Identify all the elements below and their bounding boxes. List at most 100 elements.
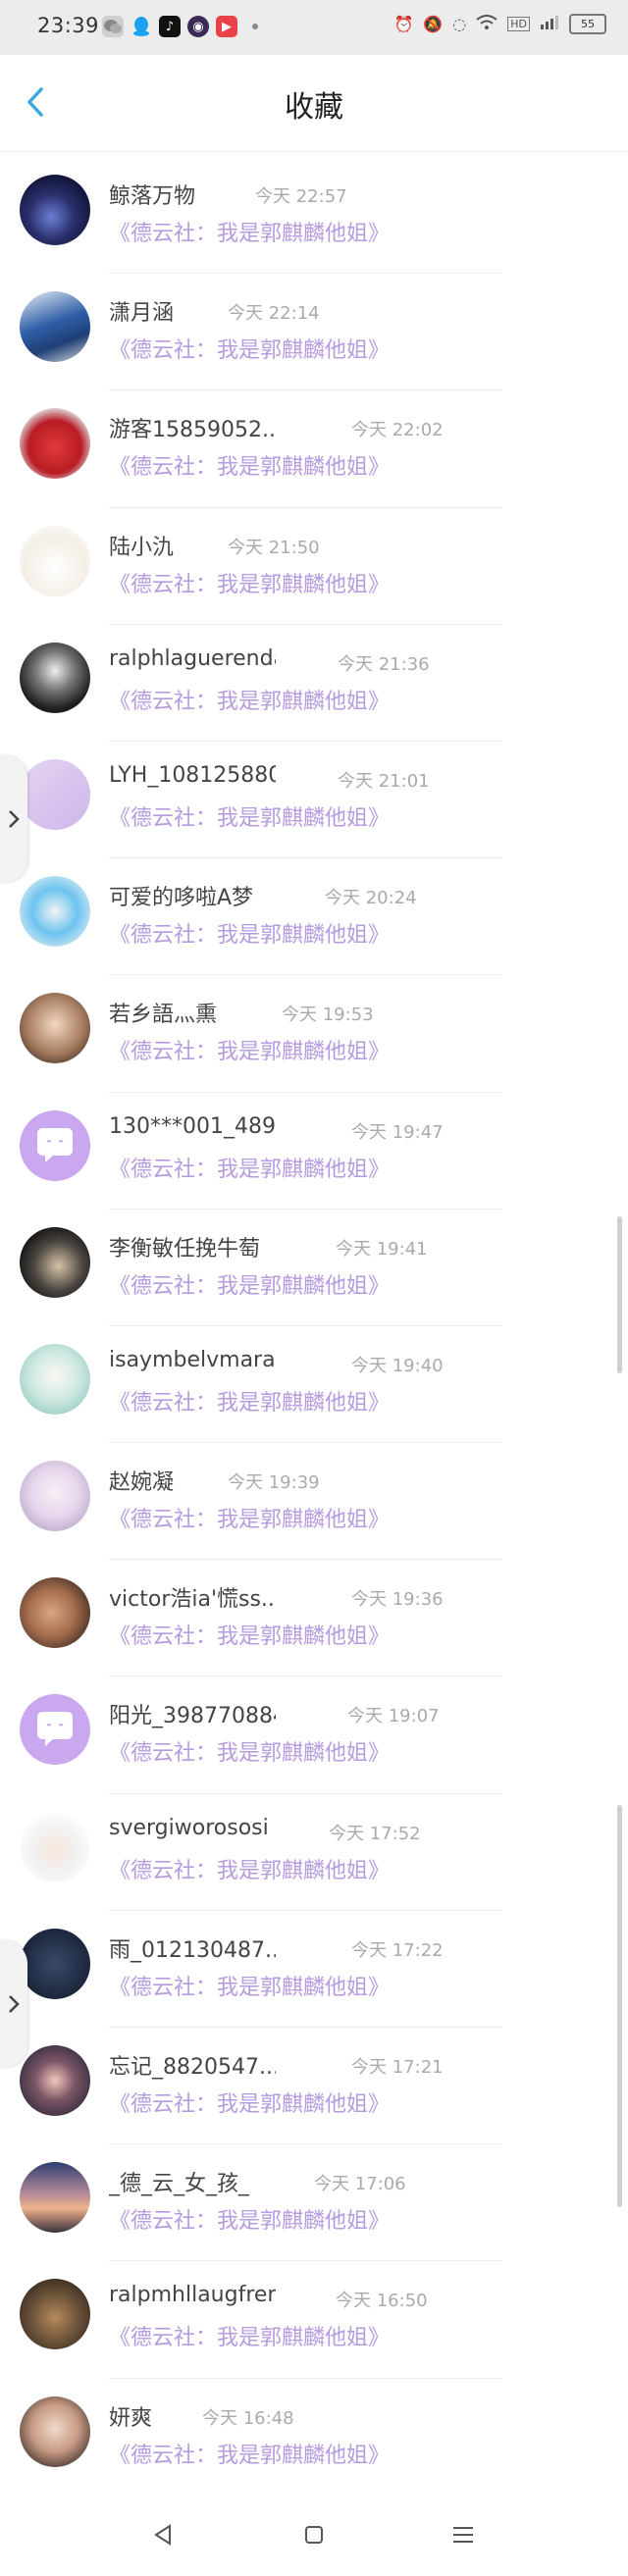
list-item[interactable]: 妍爽 今天 16:48 《德云社：我是郭麒麟他姐》 xyxy=(0,2379,628,2496)
list-item[interactable]: _德_云_女_孩_ 今天 17:06 《德云社：我是郭麒麟他姐》 xyxy=(0,2144,628,2262)
book-title-link[interactable]: 《德云社：我是郭麒麟他姐》 xyxy=(109,449,390,481)
avatar[interactable] xyxy=(20,1694,90,1766)
favorite-time: 今天 21:50 xyxy=(228,537,320,558)
user-name[interactable]: ralphlaguerenda xyxy=(109,646,276,671)
nav-back-button[interactable] xyxy=(143,2515,183,2554)
avatar[interactable] xyxy=(20,2396,90,2467)
book-title-link[interactable]: 《德云社：我是郭麒麟他姐》 xyxy=(109,216,390,247)
avatar[interactable] xyxy=(20,1461,90,1532)
user-name[interactable]: 忘记_8820547... xyxy=(109,2049,276,2081)
avatar[interactable] xyxy=(20,876,90,948)
user-name[interactable]: 李衡敏任挽牛萄 xyxy=(109,1231,260,1262)
avatar[interactable] xyxy=(20,642,90,713)
avatar[interactable] xyxy=(20,175,90,245)
user-name[interactable]: svergiworososi xyxy=(109,1816,269,1840)
avatar[interactable] xyxy=(20,2162,90,2234)
book-title-link[interactable]: 《德云社：我是郭麒麟他姐》 xyxy=(109,1619,390,1650)
book-title-link[interactable]: 《德云社：我是郭麒麟他姐》 xyxy=(109,684,390,715)
user-name[interactable]: ralpmhllaugfren xyxy=(109,2283,276,2307)
user-name[interactable]: 雨_012130487... xyxy=(109,1932,276,1964)
avatar[interactable] xyxy=(20,993,90,1064)
user-name[interactable]: isaymbelvmara... xyxy=(109,1348,276,1372)
book-title-link[interactable]: 《德云社：我是郭麒麟他姐》 xyxy=(109,800,390,832)
avatar[interactable] xyxy=(20,2045,90,2116)
favorite-time: 今天 17:22 xyxy=(351,1939,444,1961)
book-title-link[interactable]: 《德云社：我是郭麒麟他姐》 xyxy=(109,567,390,598)
list-item[interactable]: LYH_108125880 今天 21:01 《德云社：我是郭麒麟他姐》 xyxy=(0,742,628,859)
user-name[interactable]: 潇月涵 xyxy=(109,295,174,327)
book-title-link[interactable]: 《德云社：我是郭麒麟他姐》 xyxy=(109,2438,390,2469)
user-name[interactable]: 陆小氿 xyxy=(109,530,174,561)
status-bar: 23:39 ♪ ◉ ▶ ⏰ 🔕 ◌ HD 55 xyxy=(0,0,628,55)
list-item[interactable]: victor浩ia'慌ss... 今天 19:36 《德云社：我是郭麒麟他姐》 xyxy=(0,1560,628,1677)
avatar[interactable] xyxy=(20,1577,90,1649)
list-item[interactable]: 若乡語灬熏 今天 19:53 《德云社：我是郭麒麟他姐》 xyxy=(0,975,628,1093)
scrollbar-secondary[interactable] xyxy=(617,1805,622,2207)
avatar[interactable] xyxy=(20,1811,90,1882)
user-name[interactable]: 可爱的哆啦A梦 xyxy=(109,880,253,911)
avatar[interactable] xyxy=(20,525,90,596)
favorite-time: 今天 22:02 xyxy=(351,420,444,441)
book-title-link[interactable]: 《德云社：我是郭麒麟他姐》 xyxy=(109,1385,390,1417)
list-item[interactable]: 忘记_8820547... 今天 17:21 《德云社：我是郭麒麟他姐》 xyxy=(0,2028,628,2145)
user-name[interactable]: 鲸落万物 xyxy=(109,179,195,210)
book-title-link[interactable]: 《德云社：我是郭麒麟他姐》 xyxy=(109,1268,390,1300)
avatar[interactable] xyxy=(20,1928,90,1999)
book-title-link[interactable]: 《德云社：我是郭麒麟他姐》 xyxy=(109,1853,390,1884)
avatar[interactable] xyxy=(20,1109,90,1181)
user-name[interactable]: 游客15859052... xyxy=(109,412,276,443)
favorite-time: 今天 16:48 xyxy=(202,2407,294,2429)
user-name[interactable]: 130***001_489... xyxy=(109,1114,276,1139)
book-title-link[interactable]: 《德云社：我是郭麒麟他姐》 xyxy=(109,1735,390,1767)
book-title-link[interactable]: 《德云社：我是郭麒麟他姐》 xyxy=(109,1970,390,2001)
qq-icon xyxy=(131,16,152,37)
list-item[interactable]: 赵婉凝 今天 19:39 《德云社：我是郭麒麟他姐》 xyxy=(0,1443,628,1561)
user-name[interactable]: _德_云_女_孩_ xyxy=(109,2166,249,2197)
favorite-time: 今天 19:47 xyxy=(351,1121,444,1143)
user-name[interactable]: 若乡語灬熏 xyxy=(109,997,217,1028)
book-title-link[interactable]: 《德云社：我是郭麒麟他姐》 xyxy=(109,917,390,949)
avatar[interactable] xyxy=(20,408,90,480)
book-title-link[interactable]: 《德云社：我是郭麒麟他姐》 xyxy=(109,333,390,364)
list-item[interactable]: 游客15859052... 今天 22:02 《德云社：我是郭麒麟他姐》 xyxy=(0,390,628,508)
user-name[interactable]: 赵婉凝 xyxy=(109,1465,174,1496)
book-title-link[interactable]: 《德云社：我是郭麒麟他姐》 xyxy=(109,2203,390,2235)
list-item[interactable]: 潇月涵 今天 22:14 《德云社：我是郭麒麟他姐》 xyxy=(0,274,628,391)
wechat-icon xyxy=(102,16,124,37)
side-drawer-handle[interactable] xyxy=(0,755,27,883)
book-title-link[interactable]: 《德云社：我是郭麒麟他姐》 xyxy=(109,2320,390,2351)
book-title-link[interactable]: 《德云社：我是郭麒麟他姐》 xyxy=(109,1502,390,1533)
list-item[interactable]: svergiworososi 今天 17:52 《德云社：我是郭麒麟他姐》 xyxy=(0,1794,628,1911)
book-title-link[interactable]: 《德云社：我是郭麒麟他姐》 xyxy=(109,1034,390,1065)
nav-menu-button[interactable] xyxy=(444,2515,483,2554)
nav-home-button[interactable] xyxy=(294,2515,334,2554)
list-item[interactable]: ralphlaguerenda 今天 21:36 《德云社：我是郭麒麟他姐》 xyxy=(0,625,628,742)
favorite-time: 今天 19:07 xyxy=(347,1706,440,1727)
scrollbar[interactable] xyxy=(617,1216,622,1373)
status-time: 23:39 xyxy=(37,14,100,37)
list-item[interactable]: 可爱的哆啦A梦 今天 20:24 《德云社：我是郭麒麟他姐》 xyxy=(0,858,628,976)
battery-level: 55 xyxy=(581,18,595,30)
avatar[interactable] xyxy=(20,2279,90,2350)
list-item[interactable]: 陆小氿 今天 21:50 《德云社：我是郭麒麟他姐》 xyxy=(0,508,628,625)
side-drawer-handle-2[interactable] xyxy=(0,1940,27,2068)
list-item[interactable]: 130***001_489... 今天 19:47 《德云社：我是郭麒麟他姐》 xyxy=(0,1093,628,1210)
list-item[interactable]: isaymbelvmara... 今天 19:40 《德云社：我是郭麒麟他姐》 xyxy=(0,1326,628,1444)
list-item[interactable]: 李衡敏任挽牛萄 今天 19:41 《德云社：我是郭麒麟他姐》 xyxy=(0,1210,628,1326)
user-name[interactable]: 阳光_398770884 xyxy=(109,1698,276,1729)
avatar[interactable] xyxy=(20,1226,90,1298)
favorite-time: 今天 20:24 xyxy=(325,888,417,909)
user-name[interactable]: 妍爽 xyxy=(109,2400,152,2432)
user-name[interactable]: victor浩ia'慌ss... xyxy=(109,1581,276,1613)
avatar[interactable] xyxy=(20,291,90,363)
book-title-link[interactable]: 《德云社：我是郭麒麟他姐》 xyxy=(109,1152,390,1183)
list-item[interactable]: 鲸落万物 今天 22:57 《德云社：我是郭麒麟他姐》 xyxy=(0,157,628,275)
list-item[interactable]: 雨_012130487... 今天 17:22 《德云社：我是郭麒麟他姐》 xyxy=(0,1911,628,2028)
list-item[interactable]: 阳光_398770884 今天 19:07 《德云社：我是郭麒麟他姐》 xyxy=(0,1676,628,1794)
alarm-icon: ⏰ xyxy=(393,15,414,33)
list-item[interactable]: ralpmhllaugfren 今天 16:50 《德云社：我是郭麒麟他姐》 xyxy=(0,2261,628,2379)
book-title-link[interactable]: 《德云社：我是郭麒麟他姐》 xyxy=(109,2087,390,2118)
user-name[interactable]: LYH_108125880 xyxy=(109,763,276,788)
avatar[interactable] xyxy=(20,1343,90,1415)
avatar[interactable] xyxy=(20,758,90,830)
